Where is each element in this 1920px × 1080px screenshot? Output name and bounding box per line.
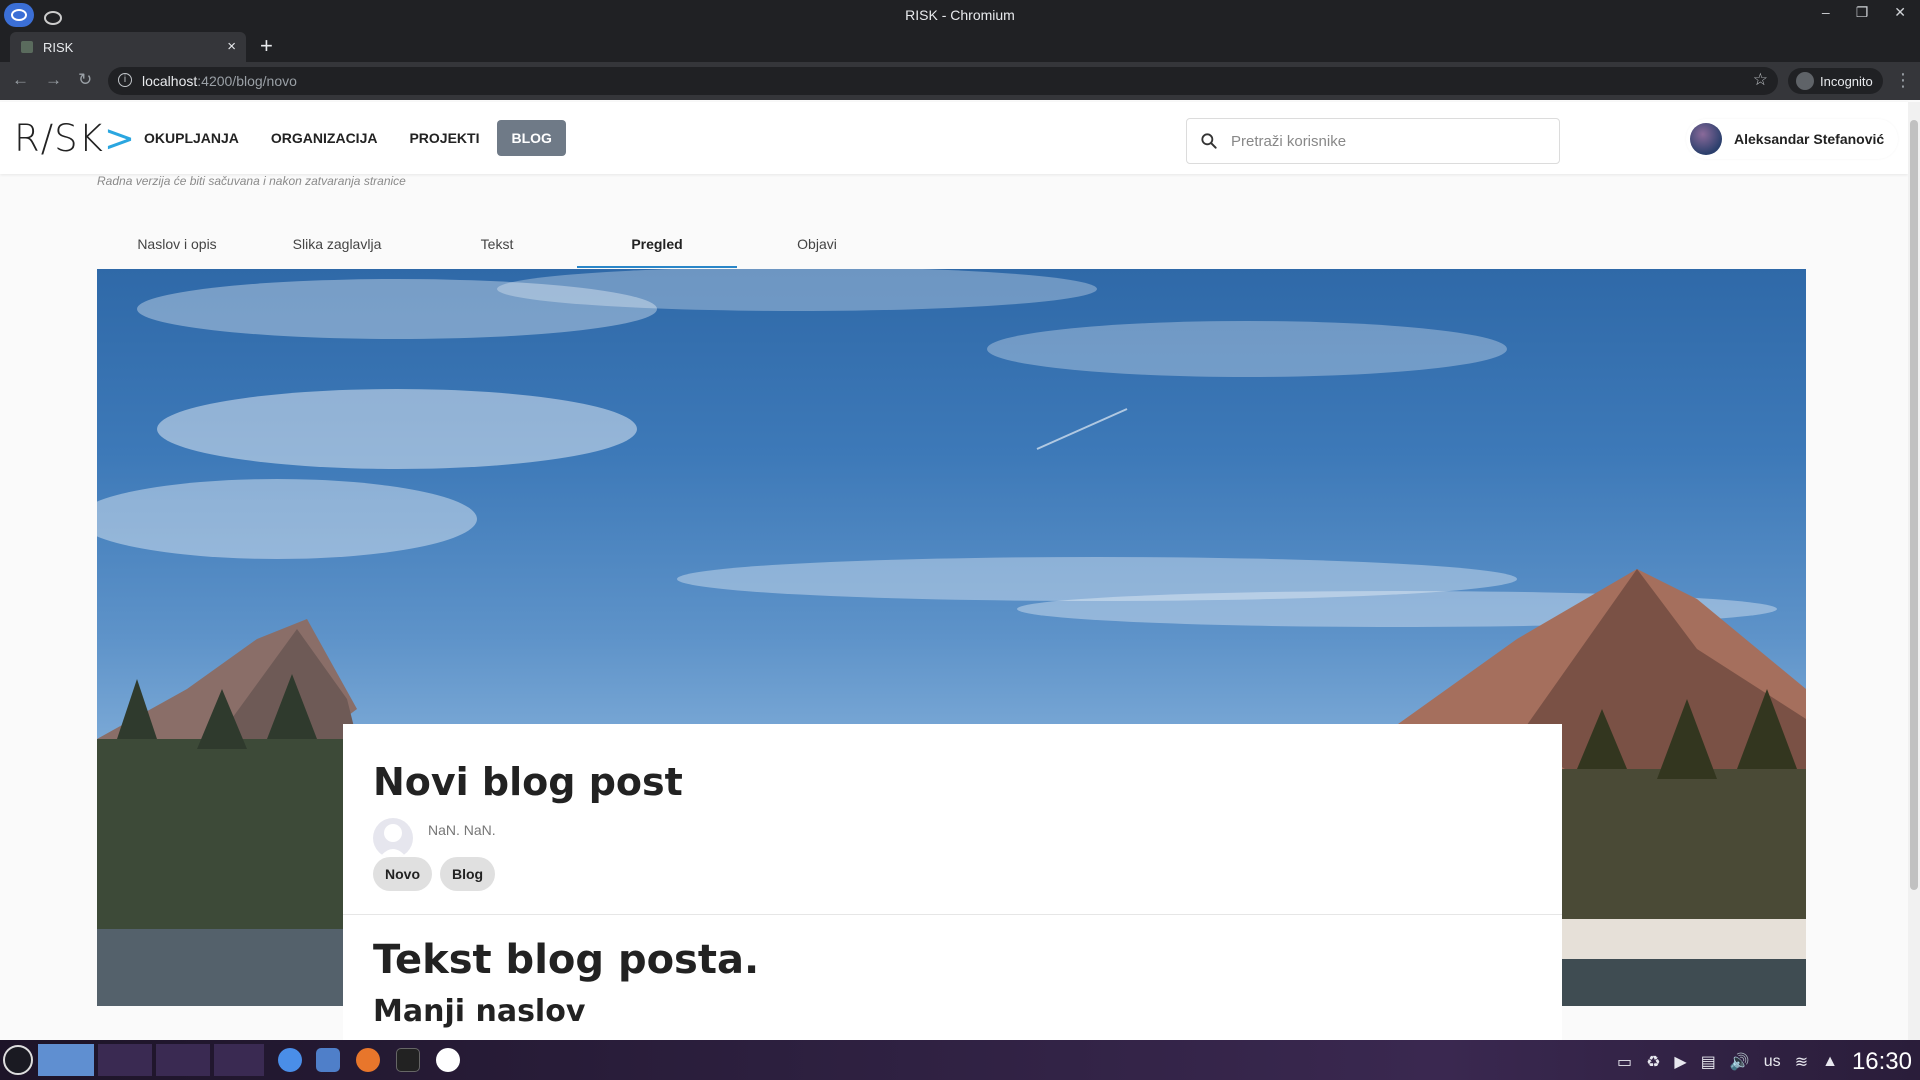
restore-icon[interactable]: ❐ [1856, 4, 1869, 21]
url-path: :4200/blog/novo [197, 73, 297, 89]
post-body-subheading: Manji naslov [373, 994, 586, 1029]
url-text: localhost:4200/blog/novo [142, 73, 297, 89]
minimize-icon[interactable]: – [1822, 4, 1830, 21]
nav-buttons: ← → ↻ [12, 70, 92, 90]
editor-tabs: Naslov i opis Slika zaglavlja Tekst Preg… [97, 226, 1806, 268]
post-title: Novi blog post [373, 760, 683, 804]
back-icon[interactable]: ← [12, 70, 29, 90]
wifi-icon[interactable]: ≋ [1795, 1052, 1808, 1072]
forward-icon[interactable]: → [45, 70, 62, 90]
media-play-icon[interactable]: ▶ [1674, 1052, 1686, 1072]
post-header: Novi blog post NaN. NaN. Novo Blog [343, 724, 1562, 915]
window-controls: – ❐ ✕ [1822, 4, 1906, 21]
keyboard-layout[interactable]: us [1764, 1053, 1781, 1071]
app-header: R/SK> OKUPLJANJA ORGANIZACIJA PROJEKTI B… [0, 102, 1908, 174]
chromium-app-icon[interactable] [278, 1048, 302, 1072]
nav-okupljanja[interactable]: OKUPLJANJA [130, 120, 253, 156]
browser-menu-kebab-icon[interactable]: ⋮ [1894, 70, 1912, 91]
network-monitor-icon[interactable]: ▭ [1617, 1052, 1632, 1072]
tab-tekst[interactable]: Tekst [417, 226, 577, 268]
user-search-input[interactable] [1231, 129, 1541, 153]
nav-projekti[interactable]: PROJEKTI [395, 120, 493, 156]
workspace-4[interactable] [214, 1044, 264, 1076]
tab-slika-zaglavlja[interactable]: Slika zaglavlja [257, 226, 417, 268]
blog-preview-card: Novi blog post NaN. NaN. Novo Blog Tekst… [343, 724, 1562, 1040]
author-avatar-icon [373, 818, 413, 858]
browser-tabbar: RISK × + [0, 30, 1920, 62]
incognito-label: Incognito [1820, 73, 1873, 89]
user-menu[interactable]: Aleksandar Stefanović [1686, 119, 1899, 159]
new-tab-button[interactable]: + [260, 33, 273, 59]
volume-icon[interactable]: 🔊 [1730, 1052, 1750, 1072]
post-body-heading: Tekst blog posta. [373, 937, 760, 983]
url-host: localhost [142, 73, 198, 89]
user-search-box [1186, 118, 1560, 164]
tray-expand-icon[interactable]: ▲ [1822, 1053, 1838, 1071]
main-nav: OKUPLJANJA ORGANIZACIJA PROJEKTI BLOG [130, 120, 570, 156]
post-date: NaN. NaN. [428, 822, 496, 838]
window-titlebar: RISK - Chromium – ❐ ✕ [0, 0, 1920, 30]
tab-naslov-i-opis[interactable]: Naslov i opis [97, 226, 257, 268]
tab-pregled[interactable]: Pregled [577, 226, 737, 268]
scrollbar-thumb[interactable] [1910, 120, 1918, 890]
browser-toolbar: ← → ↻ i localhost:4200/blog/novo ☆ Incog… [0, 62, 1920, 100]
risk-logo[interactable]: R/SK> [14, 117, 136, 160]
clock[interactable]: 16:30 [1852, 1048, 1912, 1076]
tag-chip[interactable]: Novo [373, 857, 432, 891]
user-name: Aleksandar Stefanović [1734, 131, 1885, 147]
firefox-icon[interactable] [356, 1048, 380, 1072]
close-window-icon[interactable]: ✕ [1894, 4, 1906, 21]
mongodb-icon[interactable] [436, 1048, 460, 1072]
nav-blog[interactable]: BLOG [497, 120, 566, 156]
file-manager-icon[interactable] [316, 1048, 340, 1072]
start-menu-icon[interactable] [3, 1045, 33, 1075]
recycle-icon[interactable]: ♻ [1646, 1052, 1660, 1072]
workspace-2[interactable] [98, 1044, 152, 1076]
site-info-icon[interactable]: i [118, 73, 132, 87]
favicon-icon [21, 41, 33, 53]
bookmark-star-icon[interactable]: ☆ [1753, 70, 1768, 90]
logo-text: R/SK [14, 117, 104, 160]
workspace-1[interactable] [38, 1044, 94, 1076]
incognito-badge[interactable]: Incognito [1788, 68, 1883, 94]
nav-organizacija[interactable]: ORGANIZACIJA [257, 120, 392, 156]
tab-close-icon[interactable]: × [227, 38, 236, 55]
tag-list: Novo Blog [373, 857, 496, 891]
page-scrollbar[interactable] [1908, 102, 1920, 1040]
window-title: RISK - Chromium [905, 7, 1015, 23]
tab-objavi[interactable]: Objavi [737, 226, 897, 268]
reload-icon[interactable]: ↻ [78, 70, 92, 90]
incognito-icon [1796, 72, 1814, 90]
draft-note: Radna verzija će biti sačuvana i nakon z… [97, 174, 406, 188]
tag-chip[interactable]: Blog [440, 857, 496, 891]
system-tray: ▭ ♻ ▶ ▤ 🔊 us ≋ ▲ 16:30 [1617, 1048, 1912, 1076]
os-taskbar: ▭ ♻ ▶ ▤ 🔊 us ≋ ▲ 16:30 [0, 1040, 1920, 1080]
search-icon [1201, 133, 1217, 149]
avatar [1690, 123, 1722, 155]
terminal-icon[interactable] [396, 1048, 420, 1072]
tab-title: RISK [43, 40, 74, 55]
address-bar[interactable]: i localhost:4200/blog/novo ☆ [108, 67, 1778, 95]
browser-tab[interactable]: RISK × [10, 32, 246, 62]
workspace-3[interactable] [156, 1044, 210, 1076]
clipboard-icon[interactable]: ▤ [1701, 1052, 1716, 1072]
